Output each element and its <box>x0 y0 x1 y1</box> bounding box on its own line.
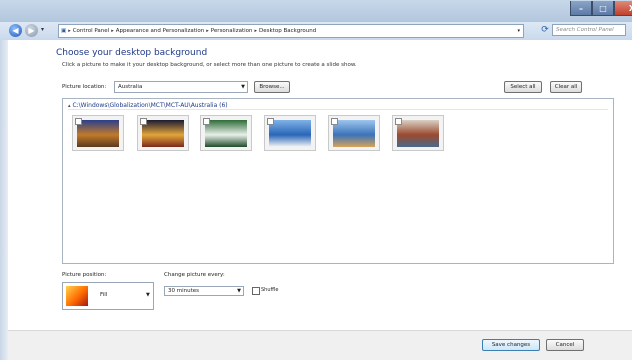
address-dropdown-icon[interactable]: ▾ <box>517 28 520 34</box>
shuffle-label: Shuffle <box>261 287 279 293</box>
interval-value: 30 minutes <box>168 288 200 294</box>
picture-location-value: Australia <box>118 84 143 90</box>
chevron-down-icon: ▼ <box>237 288 241 294</box>
wallpaper-thumbnail[interactable] <box>392 115 444 151</box>
title-bar: – □ X <box>0 0 632 22</box>
shuffle-checkbox[interactable] <box>252 287 260 295</box>
wallpaper-image <box>397 120 439 147</box>
search-input[interactable]: Search Control Panel <box>552 24 626 36</box>
window-controls: – □ X <box>570 1 632 17</box>
wallpaper-thumbnail[interactable] <box>328 115 380 151</box>
minimize-button[interactable]: – <box>570 1 592 16</box>
wallpaper-thumbnail[interactable] <box>200 115 252 151</box>
control-panel-icon: ▣ <box>61 28 67 34</box>
change-picture-label: Change picture every: <box>164 272 225 278</box>
wallpaper-image <box>142 120 184 147</box>
wallpaper-image <box>269 120 311 147</box>
desktop-background-window: – □ X ◀ ▶ ▾ ▣ ▸ Control Panel ▸ Appearan… <box>0 0 632 360</box>
wallpaper-thumbnail[interactable] <box>137 115 189 151</box>
cancel-button[interactable]: Cancel <box>546 339 584 351</box>
thumbnail-checkbox[interactable] <box>395 118 402 125</box>
browse-button[interactable]: Browse... <box>254 81 290 93</box>
thumbnail-checkbox[interactable] <box>331 118 338 125</box>
page-subtitle: Click a picture to make it your desktop … <box>62 62 357 68</box>
refresh-icon[interactable]: ⟳ <box>538 24 552 36</box>
picture-location-label: Picture location: <box>62 84 107 90</box>
clear-all-button[interactable]: Clear all <box>550 81 582 93</box>
address-bar[interactable]: ▣ ▸ Control Panel ▸ Appearance and Perso… <box>58 24 524 38</box>
picture-position-label: Picture position: <box>62 272 107 278</box>
save-changes-button[interactable]: Save changes <box>482 339 540 351</box>
thumbnail-checkbox[interactable] <box>203 118 210 125</box>
group-divider <box>68 109 608 110</box>
page-title: Choose your desktop background <box>56 48 208 58</box>
picture-location-select[interactable]: Australia ▼ <box>114 81 248 93</box>
select-all-button[interactable]: Select all <box>504 81 542 93</box>
history-dropdown-icon[interactable]: ▾ <box>41 26 44 33</box>
thumbnail-checkbox[interactable] <box>140 118 147 125</box>
wallpaper-thumbnail[interactable] <box>264 115 316 151</box>
thumbnail-checkbox[interactable] <box>75 118 82 125</box>
fill-preview-icon <box>66 286 88 306</box>
breadcrumb-appearance[interactable]: Appearance and Personalization <box>114 28 207 34</box>
chevron-down-icon: ▼ <box>146 292 150 298</box>
folder-path: C:\Windows\Globalization\MCT\MCT-AU\Aust… <box>72 102 228 109</box>
forward-arrow-icon[interactable]: ▶ <box>25 24 38 37</box>
interval-select[interactable]: 30 minutes ▼ <box>164 286 244 296</box>
chevron-down-icon: ▼ <box>241 84 245 90</box>
navigation-bar: ◀ ▶ ▾ ▣ ▸ Control Panel ▸ Appearance and… <box>0 22 632 40</box>
wallpaper-image <box>333 120 375 147</box>
thumbnail-checkbox[interactable] <box>267 118 274 125</box>
breadcrumb-desktop-background[interactable]: Desktop Background <box>257 28 318 34</box>
wallpaper-image <box>77 120 119 147</box>
breadcrumb-control-panel[interactable]: Control Panel <box>71 28 111 34</box>
left-frame <box>0 40 8 360</box>
wallpaper-thumbnail[interactable] <box>72 115 124 151</box>
breadcrumb-personalization[interactable]: Personalization <box>209 28 255 34</box>
picture-position-value: Fill <box>100 292 108 298</box>
folder-group-header[interactable]: ▴ C:\Windows\Globalization\MCT\MCT-AU\Au… <box>68 102 228 109</box>
back-arrow-icon[interactable]: ◀ <box>9 24 22 37</box>
maximize-button[interactable]: □ <box>592 1 614 16</box>
close-button[interactable]: X <box>614 1 632 16</box>
wallpaper-image <box>205 120 247 147</box>
